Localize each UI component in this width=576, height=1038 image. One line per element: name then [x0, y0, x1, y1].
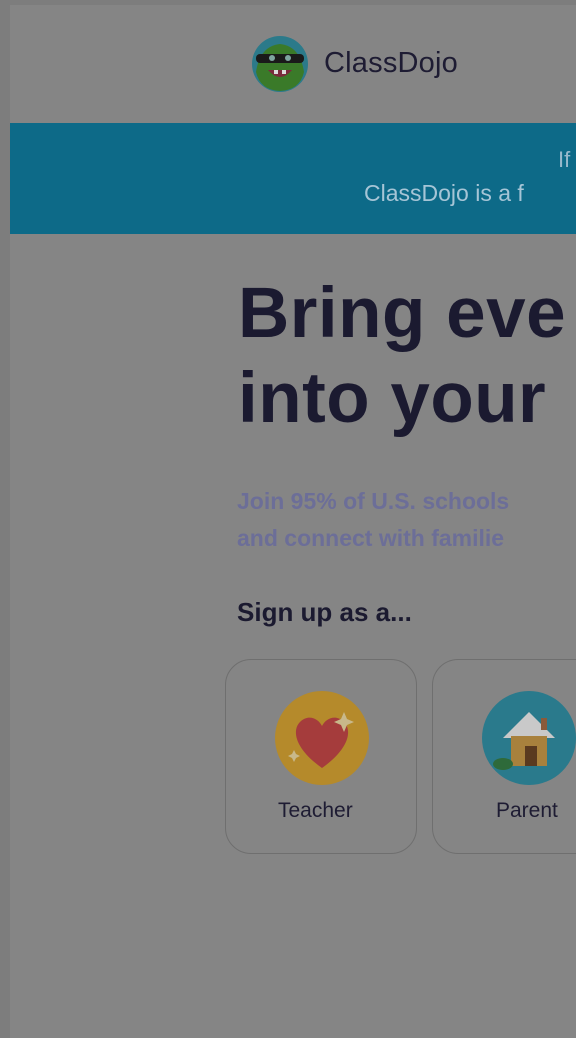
hero-title-line2: into your — [238, 359, 547, 438]
info-banner: If ClassDojo is a f — [10, 123, 576, 234]
signup-parent-card[interactable]: Parent — [432, 659, 576, 854]
hero-subtitle-line2: and connect with familie — [237, 525, 505, 551]
signup-label: Sign up as a... — [237, 597, 412, 627]
brand-name[interactable]: ClassDojo — [324, 47, 458, 80]
hero-title-line1: Bring eve — [238, 274, 567, 353]
banner-text-line1: If — [558, 147, 571, 172]
hero-subtitle-line1: Join 95% of U.S. schools — [237, 488, 510, 514]
hero-title: Bring eve into your — [238, 271, 566, 441]
classdojo-logo-icon[interactable] — [250, 34, 310, 94]
hero-subtitle: Join 95% of U.S. schools and connect wit… — [237, 483, 509, 557]
page-viewport: ClassDojo If ClassDojo is a f Bring eve … — [10, 5, 576, 1038]
top-header: ClassDojo — [10, 5, 576, 123]
house-icon — [482, 691, 576, 785]
heart-icon — [275, 691, 369, 785]
signup-parent-label: Parent — [496, 799, 558, 822]
signup-teacher-label: Teacher — [278, 799, 353, 822]
signup-teacher-card[interactable]: Teacher — [225, 659, 417, 854]
banner-text-line2: ClassDojo is a f — [364, 180, 524, 206]
